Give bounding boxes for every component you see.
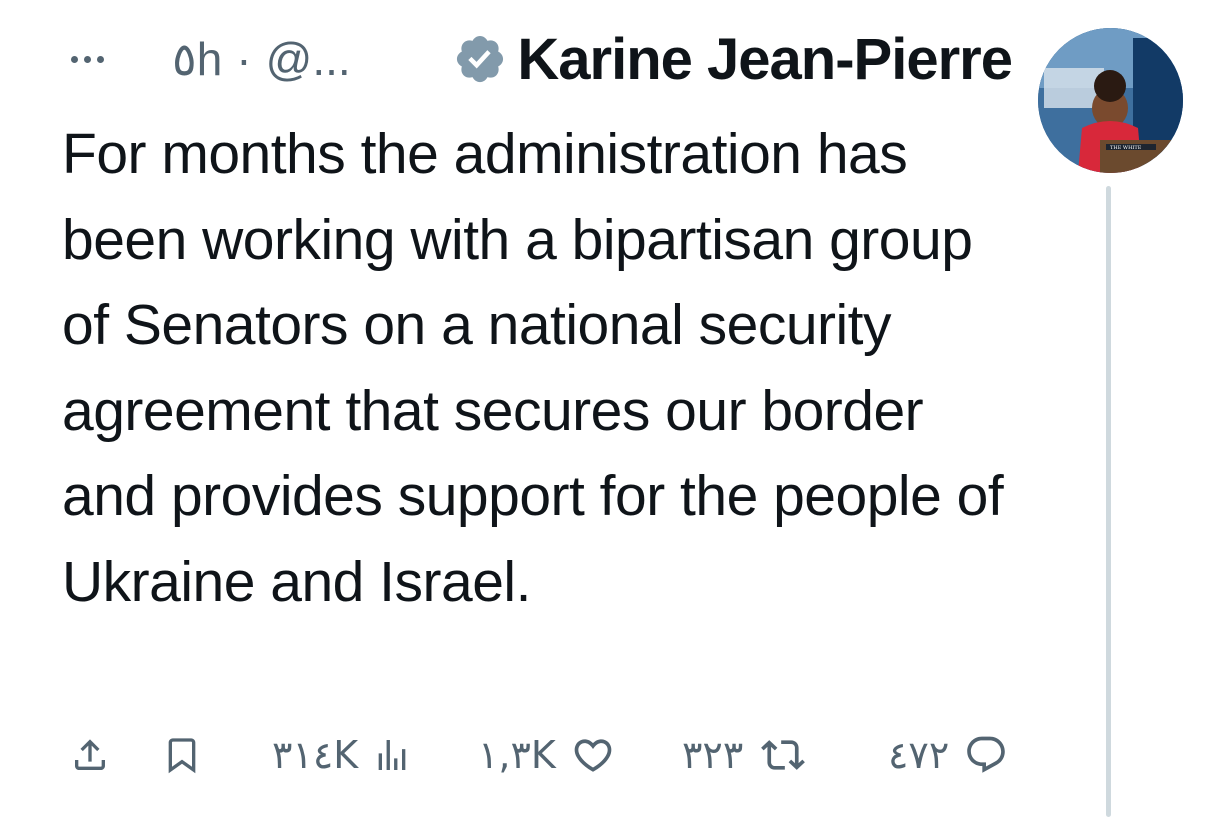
podium-text: THE WHITE — [1110, 145, 1142, 151]
tweet-meta: ٥h · @... — [172, 24, 351, 94]
author-info[interactable]: Karine Jean-Pierre — [453, 22, 1013, 96]
reply-icon — [967, 736, 1006, 773]
bookmark-button[interactable] — [162, 720, 202, 790]
action-bar: ٣١٤K ١,٣K ٣٢٣ ٤٧٢ — [60, 720, 1020, 790]
views-icon — [378, 740, 406, 770]
more-icon-dot — [96, 55, 104, 63]
avatar[interactable]: THE WHITE — [1038, 28, 1183, 173]
likes-count: ١,٣K — [478, 733, 556, 777]
retweet-icon — [761, 740, 806, 770]
tweet-text: For months the administration has been w… — [62, 122, 1004, 614]
thread-line — [1106, 186, 1111, 817]
replies-count: ٤٧٢ — [888, 733, 950, 777]
more-icon — [70, 55, 78, 63]
author-name[interactable]: Karine Jean-Pierre — [517, 26, 1013, 93]
share-icon — [75, 739, 105, 770]
reply-button[interactable]: ٤٧٢ — [888, 720, 1009, 790]
verified-icon — [457, 35, 504, 83]
like-icon — [574, 739, 612, 772]
bookmark-icon — [168, 738, 196, 774]
tweet[interactable]: ٥h · @... Karine Jean-Pierre THE WHITE F… — [0, 0, 1224, 817]
views-button[interactable]: ٣١٤K — [272, 720, 412, 790]
retweets-count: ٣٢٣ — [682, 733, 744, 777]
more-icon-dot — [83, 55, 91, 63]
tweet-time[interactable]: ٥h — [172, 32, 222, 86]
like-button[interactable]: ١,٣K — [478, 720, 616, 790]
avatar-image: THE WHITE — [1038, 28, 1183, 173]
more-options-button[interactable] — [60, 44, 114, 74]
author-handle[interactable]: @... — [266, 32, 351, 86]
share-button[interactable] — [70, 720, 110, 790]
retweet-button[interactable]: ٣٢٣ — [682, 720, 809, 790]
views-count: ٣١٤K — [272, 733, 359, 777]
meta-separator: · — [236, 33, 252, 85]
